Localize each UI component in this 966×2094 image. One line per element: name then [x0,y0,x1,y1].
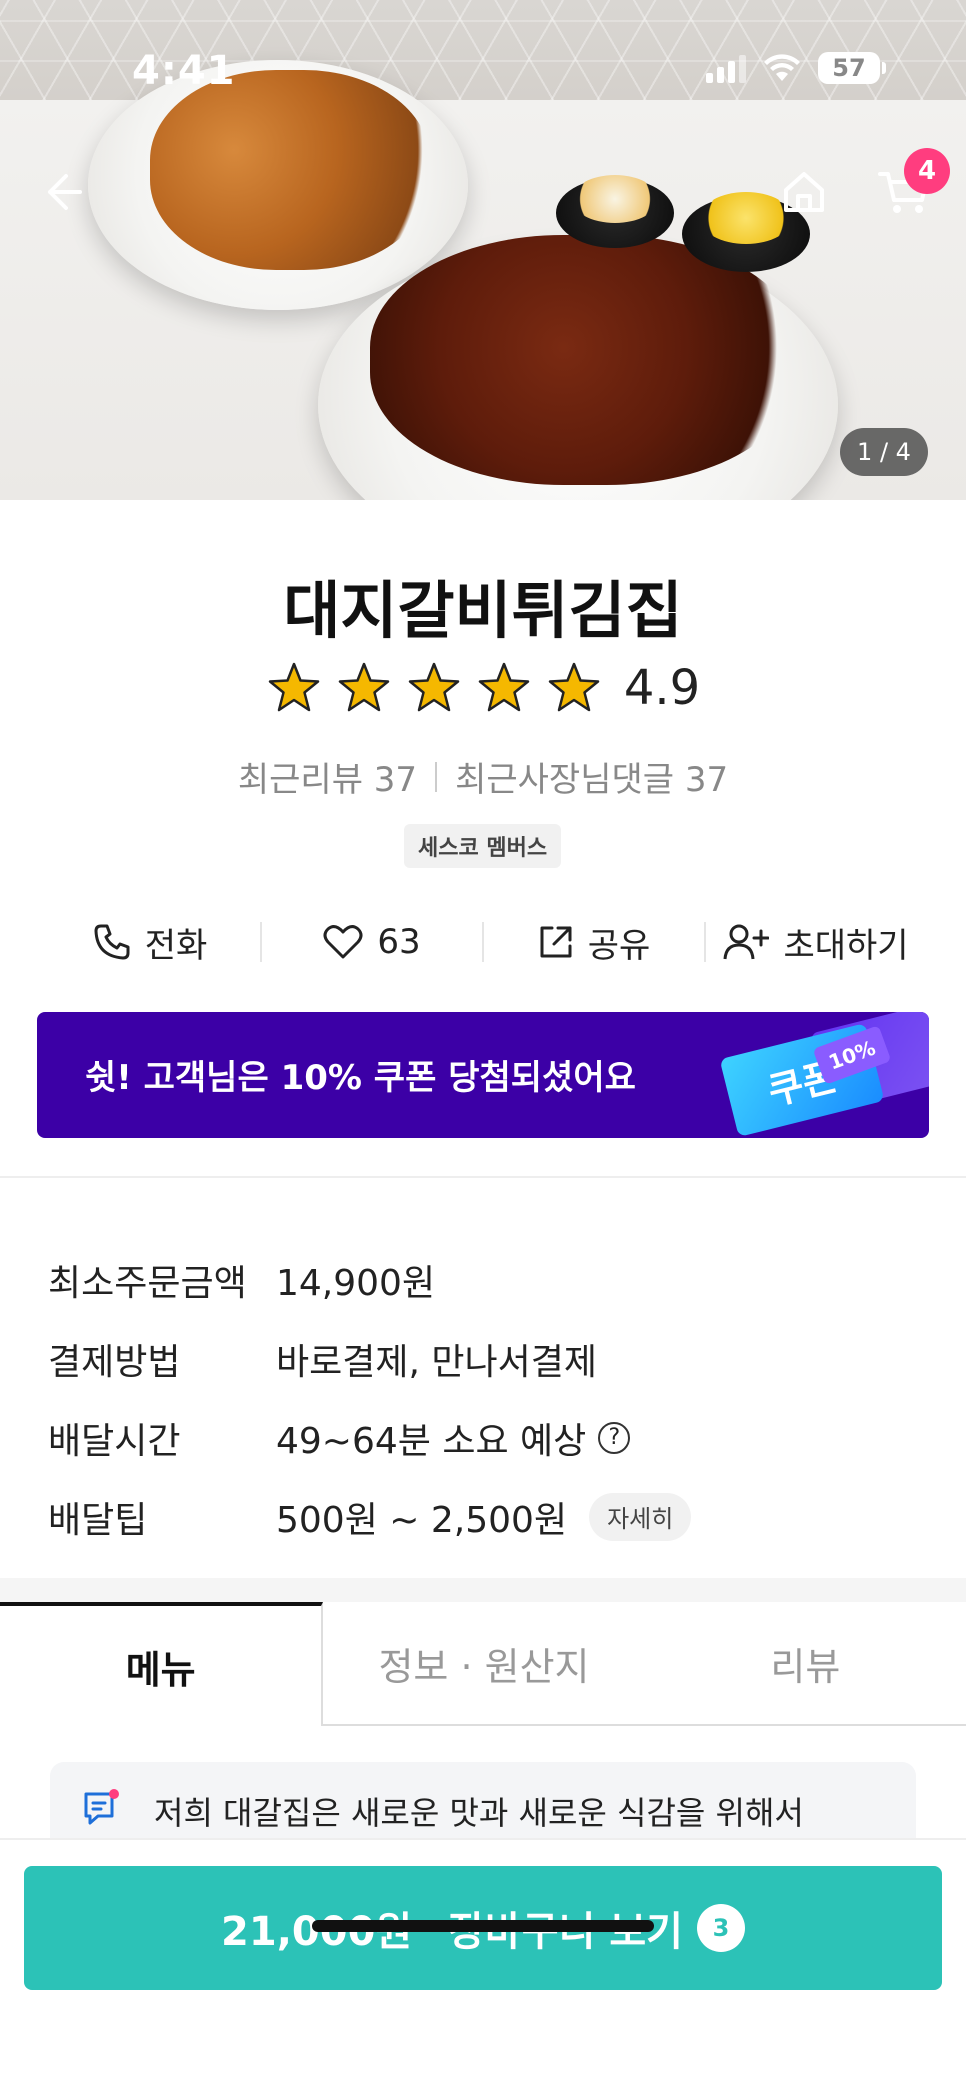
status-bar: 4:41 57 [0,0,966,140]
store-info: 최소주문금액 14,900원 결제방법 바로결제, 만나서결제 배달시간 49~… [48,1240,928,1556]
recent-reviews-link[interactable]: 최근리뷰 37 [238,752,417,801]
heart-icon [323,925,363,959]
section-gap [0,1578,966,1602]
delivery-tip-label: 배달팁 [48,1499,148,1541]
star-icon [408,662,460,712]
phone-icon [94,924,130,960]
question-icon[interactable]: ? [598,1421,631,1454]
notice-text: 저희 대갈집은 새로운 맛과 새로운 식감을 위해서 [154,1794,804,1832]
divider [0,1176,966,1178]
invite-label: 초대하기 [783,925,909,966]
coupon-text: 쉿! 고객님은 10% 쿠폰 당첨되셨어요 [85,1058,636,1098]
delivery-time-label: 배달시간 [48,1420,181,1462]
payment-value: 바로결제, 만나서결제 [276,1341,597,1383]
delivery-tip-value: 500원 ~ 2,500원 [276,1499,568,1541]
share-button[interactable]: 공유 [484,918,704,967]
cart-item-count: 3 [696,1904,745,1952]
payment-label: 결제방법 [48,1341,181,1383]
review-summary[interactable]: 최근리뷰 37 최근사장님댓글 37 [0,752,966,801]
home-icon [784,172,824,212]
delivery-time-row: 배달시간 49~64분 소요 예상 ? [48,1398,928,1477]
share-icon [540,926,572,958]
delivery-tip-row: 배달팁 500원 ~ 2,500원 자세히 [48,1477,928,1556]
call-label: 전화 [144,925,208,966]
call-button[interactable]: 전화 [40,918,260,967]
add-user-icon [723,924,770,960]
store-tabs: 메뉴 정보 · 원산지 리뷰 [0,1602,966,1726]
min-order-value: 14,900원 [276,1262,436,1304]
sauced-food [370,235,800,485]
coleslaw [572,175,658,223]
home-indicator [312,1920,654,1932]
store-actions: 전화 63 공유 초대하기 [40,906,926,978]
wifi-icon [764,54,800,81]
star-icon [268,662,320,712]
star-icon [548,662,600,712]
invite-button[interactable]: 초대하기 [706,918,926,967]
rating-value: 4.9 [623,660,701,716]
payment-row: 결제방법 바로결제, 만나서결제 [48,1319,928,1398]
status-icons: 57 [706,52,886,84]
status-time: 4:41 [132,48,236,94]
like-button[interactable]: 63 [262,922,482,962]
share-label: 공유 [587,925,651,966]
tab-info-origin[interactable]: 정보 · 원산지 [323,1602,645,1726]
divider [435,761,438,792]
coupon-banner[interactable]: 쉿! 고객님은 10% 쿠폰 당첨되셨어요 쿠폰 10% [37,1012,929,1138]
store-name: 대지갈비튀김집 [283,574,683,647]
arrow-left-icon [48,174,82,210]
min-order-label: 최소주문금액 [48,1262,247,1304]
bottom-cart-bar: 21,000원 장바구니 보기 3 [0,1838,966,2094]
cesco-members-tag: 세스코 멤버스 [404,824,562,868]
cellular-signal-icon [706,53,746,83]
tab-menu[interactable]: 메뉴 [0,1602,324,1726]
delivery-tip-detail-button[interactable]: 자세히 [589,1492,692,1541]
star-icon [338,662,390,712]
min-order-row: 최소주문금액 14,900원 [48,1240,928,1319]
recent-owner-replies-link[interactable]: 최근사장님댓글 37 [455,752,728,801]
back-button[interactable] [30,160,94,224]
delivery-time-value-wrap: 49~64분 소요 예상 ? [276,1412,631,1464]
image-counter: 1 / 4 [840,428,928,476]
battery-icon: 57 [818,52,886,84]
cart-count-badge: 4 [904,148,950,194]
delivery-tip-value-wrap: 500원 ~ 2,500원 자세히 [276,1491,692,1543]
store-page: 4:41 57 4 1 / 4 대지갈비튀김집 4.9 최근리뷰 37 최근사장… [0,0,966,2094]
like-count: 63 [377,922,421,962]
tab-reviews[interactable]: 리뷰 [644,1602,966,1726]
delivery-time-value: 49~64분 소요 예상 [276,1420,587,1462]
home-button[interactable] [772,160,836,224]
star-icon [478,662,530,712]
rating-row[interactable]: 4.9 [0,660,966,716]
chat-notice-icon [84,1789,119,1825]
